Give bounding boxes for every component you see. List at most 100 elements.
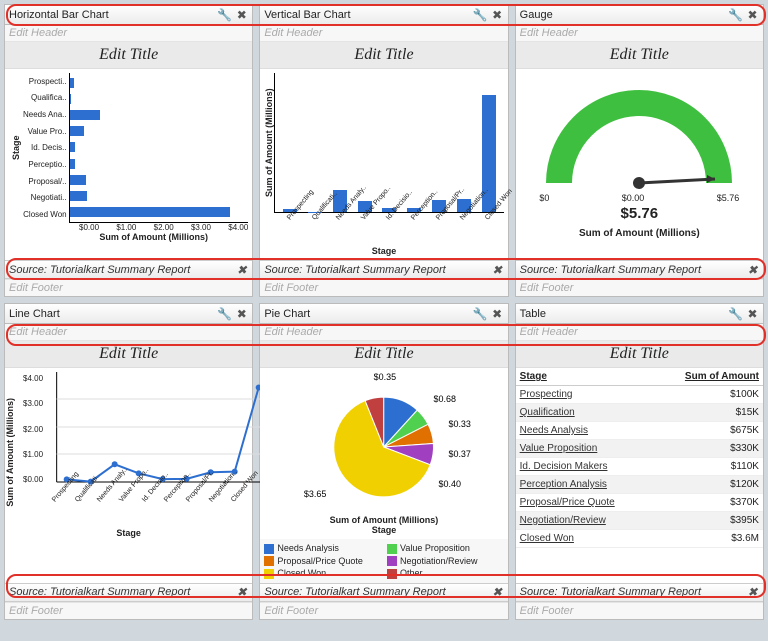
- chart-title[interactable]: Edit Title: [516, 42, 763, 69]
- category-label: Proposal/..: [23, 177, 67, 186]
- wrench-icon[interactable]: 🔧: [218, 8, 231, 21]
- source-row: Source: Tutorialkart Summary Report ✖: [516, 260, 763, 279]
- chart-body-gauge: $0 $0.00 $5.76 $5.76 Sum of Amount (Mill…: [516, 69, 763, 260]
- chart-title[interactable]: Edit Title: [260, 42, 507, 69]
- edit-header[interactable]: Edit Header: [260, 25, 507, 42]
- widget-title: Gauge: [520, 9, 729, 21]
- table-row[interactable]: Needs Analysis$675K: [516, 422, 763, 440]
- chart-title[interactable]: Edit Title: [5, 341, 252, 368]
- widget-header[interactable]: Table 🔧 ✖: [516, 304, 763, 324]
- table-row[interactable]: Id. Decision Makers$110K: [516, 458, 763, 476]
- edit-footer[interactable]: Edit Footer: [5, 602, 252, 619]
- col-stage[interactable]: Stage: [516, 368, 654, 386]
- table-row[interactable]: Perception Analysis$120K: [516, 476, 763, 494]
- axis-label-y: Stage: [9, 73, 23, 223]
- edit-header[interactable]: Edit Header: [516, 324, 763, 341]
- close-icon[interactable]: ✖: [746, 263, 759, 276]
- edit-footer[interactable]: Edit Footer: [5, 279, 252, 296]
- widget-header[interactable]: Horizontal Bar Chart 🔧 ✖: [5, 5, 252, 25]
- tick-label: $4.00: [23, 374, 43, 383]
- cell-stage[interactable]: Negotiation/Review: [516, 512, 654, 530]
- cell-amount: $120K: [653, 476, 763, 494]
- widget-header[interactable]: Gauge 🔧 ✖: [516, 5, 763, 25]
- cell-stage[interactable]: Value Proposition: [516, 440, 654, 458]
- close-icon[interactable]: ✖: [235, 263, 248, 276]
- chart-title[interactable]: Edit Title: [516, 341, 763, 368]
- svg-text:$3.65: $3.65: [304, 489, 326, 499]
- close-icon[interactable]: ✖: [491, 263, 504, 276]
- category-label: Closed Won: [23, 210, 67, 219]
- tick-label: $4.00: [228, 223, 248, 232]
- cell-stage[interactable]: Prospecting: [516, 386, 654, 404]
- chart-body-vbar: Sum of Amount (Millions) ProspectingQual…: [260, 69, 507, 260]
- widget-header[interactable]: Pie Chart 🔧 ✖: [260, 304, 507, 324]
- wrench-icon[interactable]: 🔧: [218, 307, 231, 320]
- close-icon[interactable]: ✖: [746, 8, 759, 21]
- edit-footer[interactable]: Edit Footer: [260, 602, 507, 619]
- edit-footer[interactable]: Edit Footer: [516, 279, 763, 296]
- widget-pie: Pie Chart 🔧 ✖ Edit Header Edit Title $0.…: [259, 303, 508, 620]
- cell-stage[interactable]: Closed Won: [516, 530, 654, 548]
- pie-caption: Sum of Amount (Millions): [264, 515, 503, 525]
- edit-header[interactable]: Edit Header: [260, 324, 507, 341]
- chart-title[interactable]: Edit Title: [260, 341, 507, 368]
- bar: [70, 110, 100, 120]
- gauge-value: $5.76: [621, 205, 659, 222]
- category-label: Prospecti..: [23, 77, 67, 86]
- category-label: Id. Decis..: [23, 143, 67, 152]
- tick-label: $1.00: [116, 223, 136, 232]
- widget-vertical-bar: Vertical Bar Chart 🔧 ✖ Edit Header Edit …: [259, 4, 508, 297]
- cell-stage[interactable]: Needs Analysis: [516, 422, 654, 440]
- widget-header[interactable]: Vertical Bar Chart 🔧 ✖: [260, 5, 507, 25]
- category-label: Qualifica..: [23, 93, 67, 102]
- close-icon[interactable]: ✖: [491, 586, 504, 599]
- wrench-icon[interactable]: 🔧: [474, 8, 487, 21]
- widget-horizontal-bar: Horizontal Bar Chart 🔧 ✖ Edit Header Edi…: [4, 4, 253, 297]
- cell-amount: $330K: [653, 440, 763, 458]
- edit-header[interactable]: Edit Header: [5, 25, 252, 42]
- bar: [70, 207, 231, 217]
- table-row[interactable]: Negotiation/Review$395K: [516, 512, 763, 530]
- category-label: Needs Ana..: [23, 110, 67, 119]
- bar: [70, 142, 75, 152]
- edit-footer[interactable]: Edit Footer: [260, 279, 507, 296]
- svg-text:$0.35: $0.35: [374, 372, 396, 382]
- close-icon[interactable]: ✖: [746, 307, 759, 320]
- table-row[interactable]: Proposal/Price Quote$370K: [516, 494, 763, 512]
- bar: [70, 126, 85, 136]
- table-row[interactable]: Qualification$15K: [516, 404, 763, 422]
- legend-item: Negotiation/Review: [387, 556, 504, 567]
- close-icon[interactable]: ✖: [235, 8, 248, 21]
- table-row[interactable]: Prospecting$100K: [516, 386, 763, 404]
- close-icon[interactable]: ✖: [491, 307, 504, 320]
- cell-stage[interactable]: Proposal/Price Quote: [516, 494, 654, 512]
- edit-footer[interactable]: Edit Footer: [516, 602, 763, 619]
- widget-header[interactable]: Line Chart 🔧 ✖: [5, 304, 252, 324]
- wrench-icon[interactable]: 🔧: [729, 307, 742, 320]
- wrench-icon[interactable]: 🔧: [474, 307, 487, 320]
- edit-header[interactable]: Edit Header: [5, 324, 252, 341]
- wrench-icon[interactable]: 🔧: [729, 8, 742, 21]
- close-icon[interactable]: ✖: [491, 8, 504, 21]
- cell-stage[interactable]: Id. Decision Makers: [516, 458, 654, 476]
- close-icon[interactable]: ✖: [235, 586, 248, 599]
- table-row[interactable]: Closed Won$3.6M: [516, 530, 763, 548]
- cell-stage[interactable]: Perception Analysis: [516, 476, 654, 494]
- tick-label: $2.00: [154, 223, 174, 232]
- cell-amount: $370K: [653, 494, 763, 512]
- edit-header[interactable]: Edit Header: [516, 25, 763, 42]
- table-row[interactable]: Value Proposition$330K: [516, 440, 763, 458]
- svg-text:$0.37: $0.37: [449, 449, 471, 459]
- cell-stage[interactable]: Qualification: [516, 404, 654, 422]
- chart-title[interactable]: Edit Title: [5, 42, 252, 69]
- chart-body-line: Sum of Amount (Millions) $4.00$3.00$2.00…: [5, 368, 252, 583]
- widget-title: Vertical Bar Chart: [264, 9, 473, 21]
- axis-label: Sum of Amount (Millions): [579, 228, 700, 239]
- data-table: Stage Sum of Amount Prospecting$100KQual…: [516, 368, 763, 548]
- cell-amount: $3.6M: [653, 530, 763, 548]
- axis-label-x: Stage: [9, 528, 248, 538]
- col-amount[interactable]: Sum of Amount: [653, 368, 763, 386]
- close-icon[interactable]: ✖: [235, 307, 248, 320]
- close-icon[interactable]: ✖: [746, 586, 759, 599]
- widget-gauge: Gauge 🔧 ✖ Edit Header Edit Title $0 $0.0…: [515, 4, 764, 297]
